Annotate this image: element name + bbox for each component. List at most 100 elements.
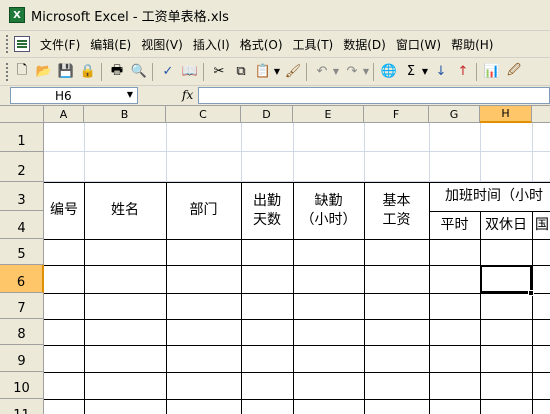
gridline — [44, 151, 550, 152]
row-header-6[interactable]: 6 — [0, 265, 44, 293]
row-header-2[interactable]: 2 — [0, 152, 44, 182]
active-cell-h6[interactable] — [480, 265, 532, 293]
spelling-icon[interactable]: ✓ — [158, 62, 178, 82]
sort-ascending-icon[interactable]: ↓ — [431, 62, 451, 82]
name-box-value: H6 — [55, 89, 72, 103]
row-header-7[interactable]: 7 — [0, 293, 44, 319]
menu-grip[interactable] — [6, 35, 10, 53]
menu-insert[interactable]: 插入(I) — [193, 36, 230, 53]
redo-icon[interactable]: ↷ — [342, 62, 362, 82]
excel-app-icon[interactable]: X — [9, 7, 25, 23]
table-border — [44, 372, 550, 373]
copy-icon[interactable]: ⧉ — [231, 62, 251, 82]
insert-function-icon[interactable]: fx — [182, 88, 193, 102]
menu-bar: 文件(F) 编辑(E) 视图(V) 插入(I) 格式(O) 工具(T) 数据(D… — [0, 31, 550, 58]
column-header-b[interactable]: B — [84, 106, 166, 123]
cut-icon[interactable]: ✂ — [209, 62, 229, 82]
print-preview-icon[interactable]: 🔍 — [129, 62, 149, 82]
undo-icon[interactable]: ↶ — [312, 62, 332, 82]
header-absence-hours: 缺勤 （小时） — [300, 193, 357, 228]
gridline — [480, 123, 481, 182]
header-attendance-days: 出勤 天数 — [253, 193, 281, 228]
gridline — [532, 123, 533, 182]
header-id: 编号 — [50, 202, 78, 219]
row-header-11[interactable]: 11 — [0, 399, 44, 414]
header-overtime-hours: 加班时间（小时 — [445, 188, 543, 205]
window-title: Microsoft Excel - 工资单表格.xls — [31, 9, 229, 25]
table-border — [44, 265, 550, 266]
column-header-f[interactable]: F — [364, 106, 429, 123]
menu-view[interactable]: 视图(V) — [141, 36, 183, 53]
menu-window[interactable]: 窗口(W) — [396, 36, 441, 53]
row-header-5[interactable]: 5 — [0, 239, 44, 265]
open-icon[interactable]: 📂 — [34, 62, 54, 82]
gridline — [166, 123, 167, 182]
menu-format[interactable]: 格式(O) — [240, 36, 283, 53]
menu-tools[interactable]: 工具(T) — [293, 36, 334, 53]
title-bar: X Microsoft Excel - 工资单表格.xls — [0, 0, 550, 31]
gridline — [429, 123, 430, 182]
row-header-9[interactable]: 9 — [0, 345, 44, 372]
paste-dropdown-icon[interactable]: ▼ — [273, 62, 281, 82]
row-header-10[interactable]: 10 — [0, 372, 44, 399]
toolbar-separator — [373, 62, 374, 81]
new-icon[interactable]: 🗋 — [12, 62, 32, 82]
row-header-3[interactable]: 3 — [0, 182, 44, 211]
paste-icon[interactable]: 📋 — [253, 62, 273, 82]
table-border — [44, 345, 550, 346]
column-header-h[interactable]: H — [480, 106, 532, 123]
column-header-i[interactable]: I — [532, 106, 550, 123]
column-header-d[interactable]: D — [241, 106, 293, 123]
standard-toolbar: 🗋 📂 💾 🔒 🖶 🔍 ✓ 📖 ✂ ⧉ 📋 ▼ 🖌 ↶ ▼ ↷ ▼ 🌐 Σ ▼ … — [0, 58, 550, 86]
row-header-8[interactable]: 8 — [0, 319, 44, 345]
print-icon[interactable]: 🖶 — [107, 62, 127, 82]
autosum-icon[interactable]: Σ — [401, 62, 421, 82]
sort-descending-icon[interactable]: ↑ — [453, 62, 473, 82]
header-weekend: 双休日 — [485, 216, 527, 233]
column-header-e[interactable]: E — [293, 106, 364, 123]
name-box[interactable]: H6 ▼ — [10, 87, 138, 104]
menu-edit[interactable]: 编辑(E) — [90, 36, 131, 53]
header-base-salary: 基本 工资 — [382, 193, 411, 228]
drawing-icon[interactable]: 🖉 — [504, 62, 524, 82]
name-box-dropdown-icon[interactable]: ▼ — [127, 90, 133, 99]
column-header-a[interactable]: A — [44, 106, 84, 123]
autosum-dropdown-icon[interactable]: ▼ — [421, 62, 429, 82]
table-border — [44, 239, 550, 240]
gridline — [84, 123, 85, 182]
column-header-g[interactable]: G — [429, 106, 480, 123]
table-border — [44, 399, 550, 400]
table-border — [532, 211, 533, 414]
header-weekday: 平时 — [440, 216, 469, 233]
hyperlink-icon[interactable]: 🌐 — [379, 62, 399, 82]
toolbar-separator — [152, 62, 153, 81]
menu-data[interactable]: 数据(D) — [343, 36, 386, 53]
research-icon[interactable]: 📖 — [180, 62, 200, 82]
row-header-4[interactable]: 4 — [0, 211, 44, 239]
header-holiday: 国 — [535, 216, 549, 233]
undo-dropdown-icon[interactable]: ▼ — [332, 62, 340, 82]
menu-file[interactable]: 文件(F) — [40, 36, 80, 53]
toolbar-separator — [203, 62, 204, 81]
fill-handle[interactable] — [528, 290, 534, 296]
save-icon[interactable]: 💾 — [56, 62, 76, 82]
row-header-1[interactable]: 1 — [0, 123, 44, 152]
table-border — [44, 293, 550, 294]
formula-bar: H6 ▼ fx — [0, 86, 550, 106]
redo-dropdown-icon[interactable]: ▼ — [362, 62, 370, 82]
chart-wizard-icon[interactable]: 📊 — [482, 62, 502, 82]
menu-help[interactable]: 帮助(H) — [451, 36, 493, 53]
worksheet-grid[interactable]: A B C D E F G H I 1 2 3 4 5 6 7 8 9 10 1… — [0, 106, 550, 414]
table-border — [44, 319, 550, 320]
toolbar-separator — [101, 62, 102, 81]
column-header-c[interactable]: C — [166, 106, 241, 123]
gridline — [241, 123, 242, 182]
formula-input[interactable] — [198, 87, 550, 104]
toolbar-grip[interactable] — [6, 62, 10, 81]
toolbar-separator — [476, 62, 477, 81]
permission-icon[interactable]: 🔒 — [78, 62, 98, 82]
toolbar-separator — [306, 62, 307, 81]
format-painter-icon[interactable]: 🖌 — [283, 62, 303, 82]
select-all-corner[interactable] — [0, 106, 44, 123]
workbook-icon[interactable] — [14, 36, 30, 52]
